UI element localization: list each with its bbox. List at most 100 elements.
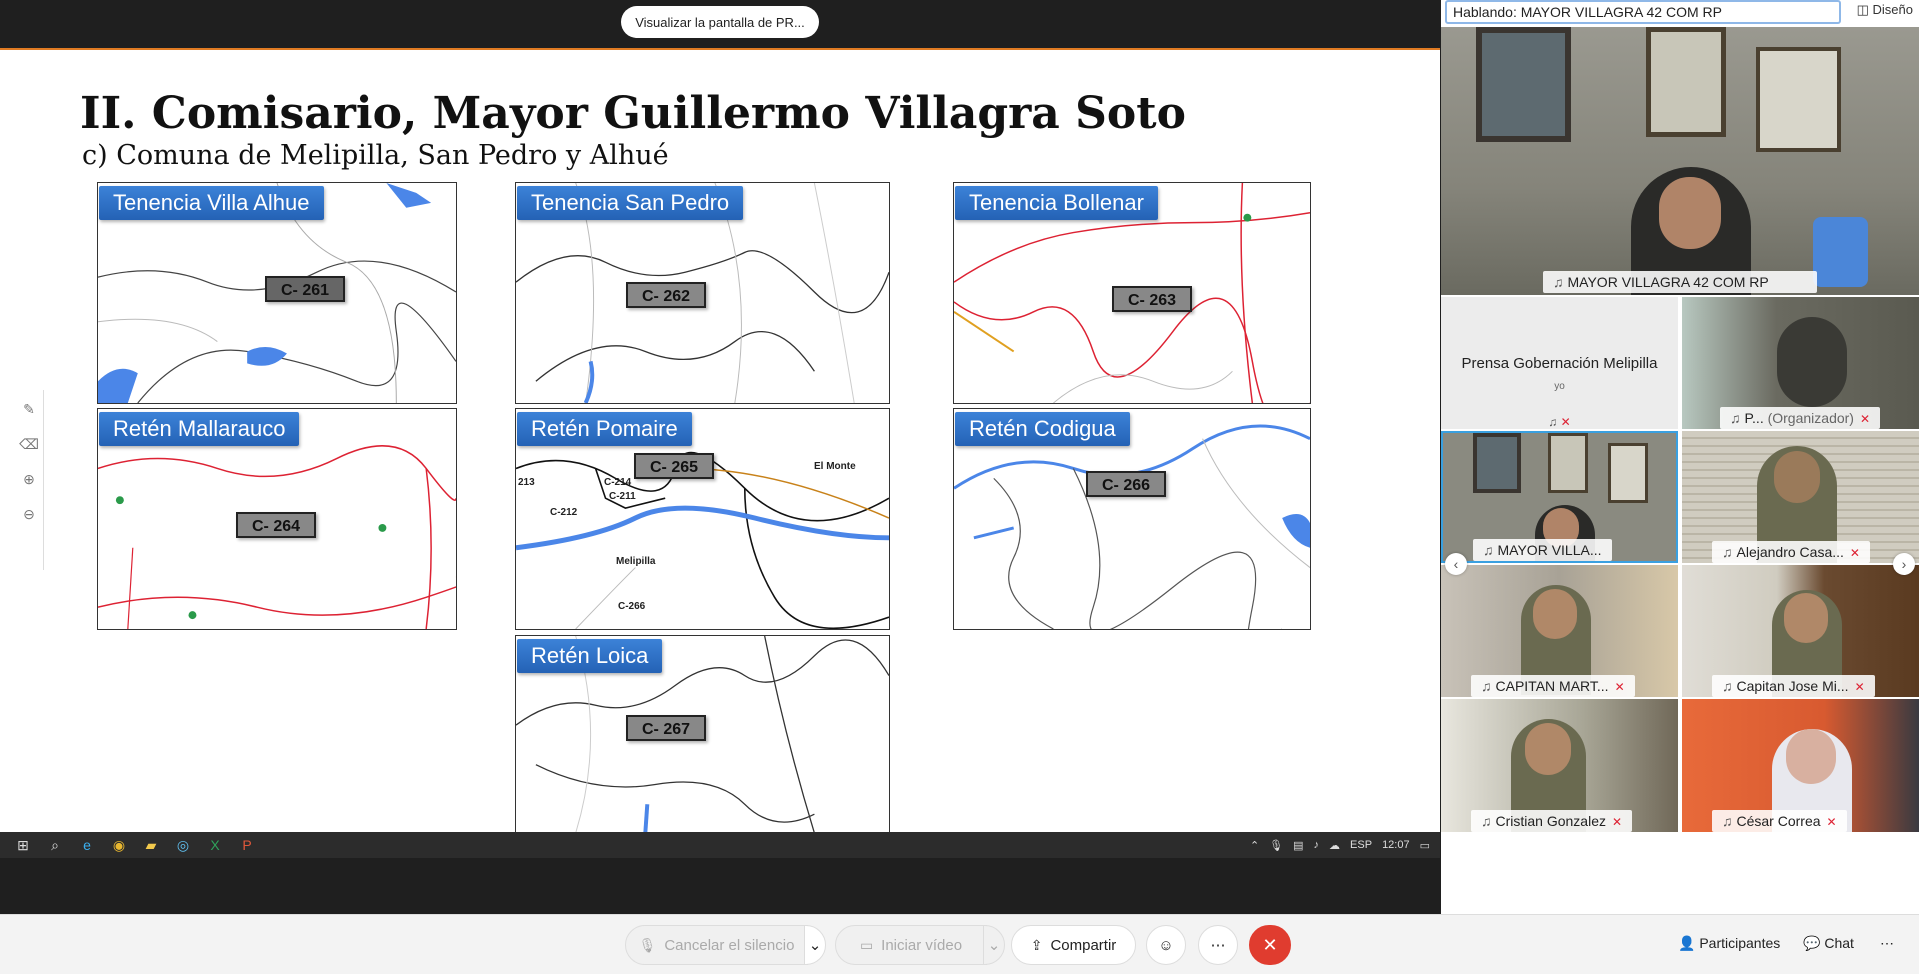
panel-more-button[interactable]: ⋯	[1880, 935, 1894, 952]
shared-screen: Visualizar la pantalla de PR... II. Comi…	[0, 0, 1440, 914]
people-icon: 👤	[1678, 935, 1700, 951]
map-villa-alhue: Tenencia Villa Alhue C- 261	[97, 182, 457, 404]
map-loica: Retén Loica C- 267	[515, 635, 890, 832]
eraser-icon[interactable]: ⌫	[18, 433, 40, 455]
clock[interactable]: 12:07	[1382, 839, 1410, 851]
self-tile[interactable]: Prensa Gobernación Melipilla yo ♫ ✕	[1441, 297, 1678, 429]
presentation-slide: II. Comisario, Mayor Guillermo Villagra …	[0, 48, 1440, 832]
speaker-name-chip: ♫ MAYOR VILLAGRA 42 COM RP	[1543, 271, 1817, 293]
browser-icon[interactable]: ◎	[174, 836, 192, 854]
more-button[interactable]: ⋯	[1198, 925, 1238, 965]
share-icon: ⇪	[1030, 936, 1043, 953]
map-label: Retén Codigua	[955, 412, 1130, 446]
participant-name-chip: ♫ CAPITAN MART... ✕	[1471, 675, 1635, 697]
muted-icon: ✕	[1854, 680, 1865, 694]
more-icon: ⋯	[1210, 937, 1226, 954]
next-page-icon[interactable]: ›	[1893, 553, 1915, 575]
mic-icon: ♫	[1722, 813, 1733, 829]
search-icon[interactable]: ⌕	[46, 836, 64, 854]
layout-button[interactable]: ◫ Diseño	[1857, 2, 1913, 18]
share-button[interactable]: ⇪ Compartir	[1011, 925, 1136, 965]
sector-code: C- 263	[1112, 286, 1193, 312]
sector-code: C- 261	[265, 276, 346, 302]
participants-button[interactable]: 👤 Participantes	[1678, 935, 1780, 952]
map-san-pedro: Tenencia San Pedro C- 262	[515, 182, 890, 404]
windows-icon[interactable]: ⊞	[14, 836, 32, 854]
system-tray: ⌃ 🎙 ▤ ♪ ☁ ESP 12:07 ▭	[1250, 832, 1430, 858]
self-label: yo	[1554, 381, 1565, 392]
participant-name-chip: ♫ Capitan Jose Mi... ✕	[1712, 675, 1875, 697]
windows-taskbar: ⊞ ⌕ e ◉ ▰ ◎ X P ⌃ 🎙 ▤ ♪ ☁ ESP 12:07 ▭	[0, 832, 1440, 858]
participant-tile[interactable]: ♫ MAYOR VILLA...	[1441, 431, 1678, 563]
tray-mic-icon: 🎙	[1269, 839, 1284, 852]
map-label: Retén Loica	[517, 639, 663, 673]
emoji-icon: ☺	[1158, 936, 1174, 954]
zoom-out-icon[interactable]: ⊖	[18, 503, 40, 525]
speaking-name: MAYOR VILLAGRA 42 COM RP	[1520, 4, 1722, 20]
mic-icon: ♫	[1553, 274, 1564, 290]
video-icon: ▭	[859, 936, 874, 953]
main-speaker-video[interactable]: ♫ MAYOR VILLAGRA 42 COM RP	[1441, 27, 1919, 295]
muted-icon: ✕	[1826, 815, 1837, 829]
participant-name-chip: ♫ Alejandro Casa... ✕	[1712, 541, 1870, 563]
map-mallarauco: Retén Mallarauco C- 264	[97, 408, 457, 630]
sector-code: C- 262	[626, 282, 707, 308]
participant-name-chip: ♫ MAYOR VILLA...	[1473, 539, 1612, 561]
meeting-controls-bar: 🎙 Cancelar el silencio ⌄ ▭ Iniciar vídeo ⌄…	[0, 914, 1919, 974]
participant-name-chip: ♫ P... (Organizador) ✕	[1720, 407, 1881, 429]
mic-icon: ♫	[1481, 813, 1492, 829]
speaking-indicator: Hablando: MAYOR VILLAGRA 42 COM RP	[1445, 0, 1841, 24]
view-share-pill[interactable]: Visualizar la pantalla de PR...	[621, 6, 819, 38]
chrome-icon[interactable]: ◉	[110, 836, 128, 854]
participant-tile[interactable]: ♫ P... (Organizador) ✕	[1682, 297, 1919, 429]
place-label: 213	[518, 477, 535, 488]
place-label: C-214	[604, 477, 632, 488]
mic-icon: 🎙	[638, 936, 657, 953]
sector-code: C- 267	[626, 715, 707, 741]
slide-title: II. Comisario, Mayor Guillermo Villagra …	[80, 88, 1186, 139]
map-codigua: Retén Codigua C- 266	[953, 408, 1311, 630]
keyboard-lang[interactable]: ESP	[1350, 839, 1372, 851]
participant-tile[interactable]: ♫ Cristian Gonzalez ✕	[1441, 699, 1678, 832]
network-icon: ▤	[1293, 839, 1304, 852]
sector-code: C- 266	[1086, 471, 1167, 497]
notification-icon[interactable]: ▭	[1420, 839, 1430, 852]
self-name: Prensa Gobernación Melipilla	[1461, 355, 1658, 372]
video-options-chevron[interactable]: ⌄	[983, 925, 1005, 965]
muted-icon: ✕	[1859, 412, 1871, 426]
tray-chevron-icon[interactable]: ⌃	[1250, 839, 1259, 852]
mic-icon: ♫	[1722, 678, 1733, 694]
powerpoint-icon[interactable]: P	[238, 836, 256, 854]
participant-tile[interactable]: ♫ César Correa ✕	[1682, 699, 1919, 832]
annotation-toolbar: ✎ ⌫ ⊕ ⊖	[16, 390, 44, 570]
map-label: Tenencia Bollenar	[955, 186, 1158, 220]
place-label: C-211	[609, 491, 636, 502]
unmute-button[interactable]: 🎙 Cancelar el silencio	[625, 925, 808, 965]
more-icon: ⋯	[1880, 935, 1894, 951]
folder-icon[interactable]: ▰	[142, 836, 160, 854]
participant-tile[interactable]: ♫ CAPITAN MART... ✕	[1441, 565, 1678, 697]
leave-button[interactable]: ✕	[1249, 925, 1291, 965]
participant-tile[interactable]: ♫ Capitan Jose Mi... ✕	[1682, 565, 1919, 697]
participant-tile[interactable]: ♫ Alejandro Casa... ✕	[1682, 431, 1919, 563]
chat-button[interactable]: 💬 Chat	[1803, 935, 1854, 952]
prev-page-icon[interactable]: ‹	[1445, 553, 1467, 575]
audio-options-chevron[interactable]: ⌄	[804, 925, 826, 965]
volume-icon: ♪	[1313, 839, 1320, 851]
excel-icon[interactable]: X	[206, 836, 224, 854]
emoji-button[interactable]: ☺	[1146, 925, 1186, 965]
zoom-in-icon[interactable]: ⊕	[18, 468, 40, 490]
participant-name-chip: ♫ César Correa ✕	[1712, 810, 1847, 832]
map-label: Tenencia Villa Alhue	[99, 186, 324, 220]
map-label: Retén Pomaire	[517, 412, 692, 446]
place-label: C-266	[618, 601, 646, 612]
speaking-label: Hablando:	[1453, 4, 1517, 20]
chat-icon: 💬	[1803, 935, 1825, 951]
place-label: El Monte	[814, 461, 856, 472]
start-video-button[interactable]: ▭ Iniciar vídeo	[835, 925, 987, 965]
edge-icon[interactable]: e	[78, 836, 96, 854]
map-pomaire: Retén Pomaire C- 265 El Monte Melipilla …	[515, 408, 890, 630]
pen-icon[interactable]: ✎	[18, 398, 40, 420]
map-label: Retén Mallarauco	[99, 412, 300, 446]
close-icon: ✕	[1262, 934, 1278, 955]
